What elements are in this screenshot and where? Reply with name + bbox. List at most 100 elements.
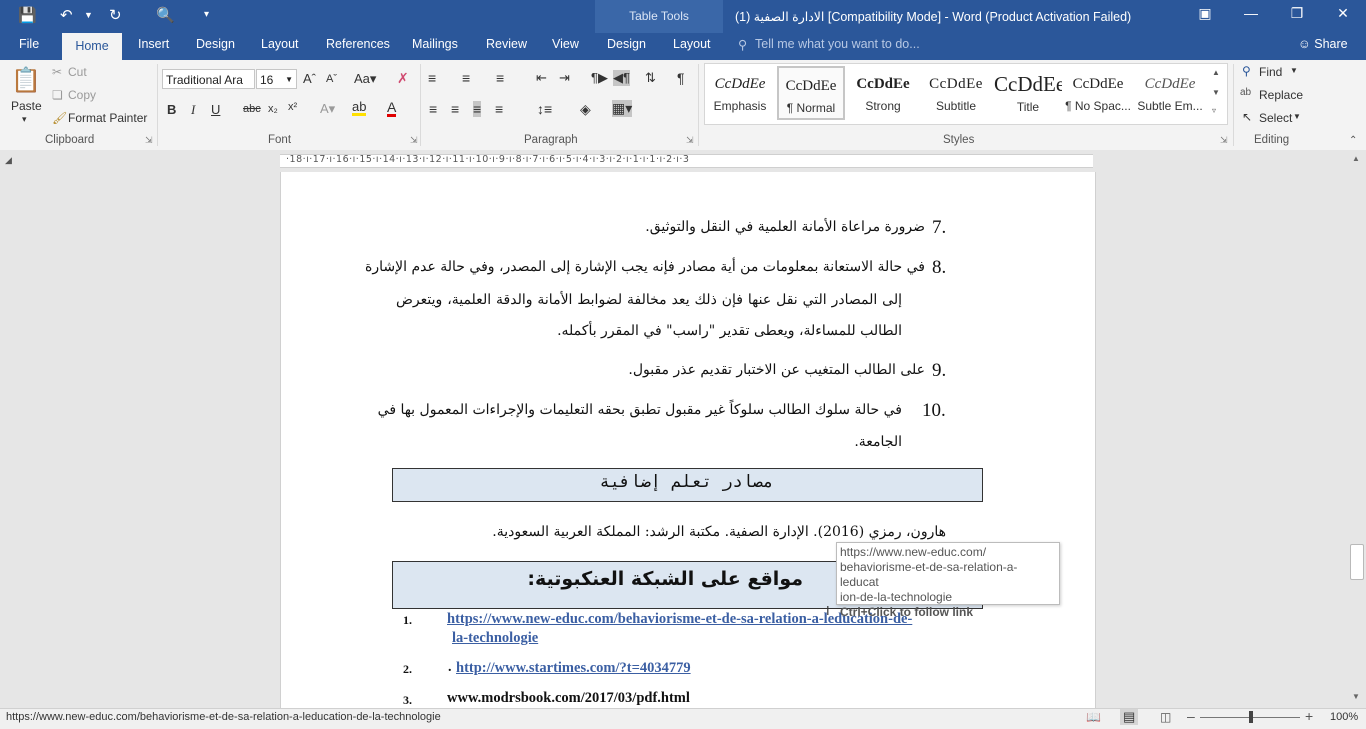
clear-formatting-icon[interactable]: ✗ (397, 70, 409, 87)
tell-me-search[interactable]: Tell me what you want to do... (755, 37, 920, 51)
numbering-icon[interactable]: ≡ (462, 70, 470, 86)
styles-launcher-icon[interactable]: ⇲ (1220, 135, 1228, 146)
web-layout-icon[interactable]: ◫ (1160, 710, 1171, 724)
change-case-icon[interactable]: Aa▾ (354, 71, 376, 87)
tab-selector-icon[interactable]: ◢ (5, 155, 12, 166)
tab-design[interactable]: Design (196, 37, 235, 51)
save-icon[interactable]: 💾 (18, 6, 37, 24)
zoom-slider-thumb[interactable] (1249, 711, 1253, 723)
align-right-icon[interactable]: ≡ (473, 101, 482, 117)
font-family-dropdown[interactable]: Traditional Ara (162, 69, 255, 89)
show-formatting-icon[interactable]: ¶ (677, 70, 685, 86)
rtl-icon[interactable]: ◀¶ (613, 70, 630, 86)
font-launcher-icon[interactable]: ⇲ (410, 135, 418, 146)
tab-insert[interactable]: Insert (138, 37, 169, 51)
collapse-ribbon-icon[interactable]: ⌃ (1349, 135, 1357, 146)
tab-table-layout[interactable]: Layout (673, 37, 711, 51)
undo-icon[interactable]: ↶ (60, 6, 73, 24)
ribbon-display-options-icon[interactable]: ▣ (1190, 5, 1220, 22)
scroll-up-icon[interactable]: ▲ (1352, 154, 1360, 163)
borders-icon[interactable]: ▦▾ (612, 100, 633, 117)
paragraph-launcher-icon[interactable]: ⇲ (686, 135, 694, 146)
list-item-text: الطالب للمساءلة، ويعطى تقدير "راسب" في ا… (557, 323, 902, 339)
find-dropdown-icon[interactable]: ▼ (1290, 66, 1298, 75)
paste-dropdown-icon[interactable]: ▾ (22, 114, 27, 125)
replace-button[interactable]: Replace (1259, 88, 1303, 102)
zoom-out-icon[interactable]: – (1187, 708, 1195, 724)
tab-table-design[interactable]: Design (607, 37, 646, 51)
subscript-icon[interactable]: x₂ (268, 103, 278, 115)
vertical-scrollbar[interactable] (1348, 150, 1366, 708)
shrink-font-icon[interactable]: Aˇ (326, 73, 337, 85)
zoom-in-icon[interactable]: + (1305, 708, 1313, 724)
decrease-indent-icon[interactable]: ⇤ (536, 70, 547, 86)
tab-mailings[interactable]: Mailings (412, 37, 458, 51)
style-no-spacing[interactable]: CcDdEe ¶ No Spac... (1064, 66, 1132, 120)
copy-button[interactable]: Copy (68, 88, 96, 102)
align-center-icon[interactable]: ≡ (451, 101, 459, 117)
zoom-level[interactable]: 100% (1330, 711, 1358, 723)
gallery-down-icon[interactable]: ▼ (1212, 88, 1220, 97)
justify-icon[interactable]: ≡ (495, 101, 503, 117)
tab-layout[interactable]: Layout (261, 37, 299, 51)
ribbon-separator (1233, 64, 1234, 146)
style-normal[interactable]: CcDdEe ¶ Normal (777, 66, 845, 120)
read-mode-icon[interactable]: 📖 (1086, 710, 1101, 724)
shading-icon[interactable]: ◈ (580, 101, 591, 118)
redo-icon[interactable]: ↻ (109, 6, 122, 24)
style-emphasis[interactable]: CcDdEe Emphasis (706, 66, 774, 120)
style-strong[interactable]: CcDdEe Strong (849, 66, 917, 120)
close-icon[interactable]: ✕ (1328, 5, 1358, 22)
underline-icon[interactable]: U (211, 102, 220, 117)
increase-indent-icon[interactable]: ⇥ (559, 70, 570, 86)
tab-view[interactable]: View (552, 37, 579, 51)
scrollbar-thumb[interactable] (1350, 544, 1364, 580)
text-effects-icon[interactable]: A▾ (320, 101, 335, 117)
cut-button[interactable]: Cut (68, 65, 87, 79)
minimize-icon[interactable]: — (1236, 5, 1266, 21)
ltr-icon[interactable]: ¶▶ (591, 70, 608, 86)
superscript-icon[interactable]: x² (288, 101, 297, 113)
clipboard-launcher-icon[interactable]: ⇲ (145, 135, 153, 146)
bullets-icon[interactable]: ≡ (428, 70, 436, 86)
tab-file[interactable]: File (19, 37, 39, 51)
line-spacing-icon[interactable]: ↕≡ (537, 101, 552, 117)
share-button[interactable]: ☺ Share (1298, 37, 1348, 51)
styles-group-label: Styles (943, 134, 975, 146)
find-button[interactable]: Find (1259, 65, 1282, 79)
bold-icon[interactable]: B (167, 102, 176, 117)
tab-home[interactable]: Home (62, 33, 122, 60)
font-color-icon[interactable]: A (387, 100, 397, 117)
hyperlink-new-educ-continued[interactable]: la-technologie (452, 630, 538, 647)
highlight-icon[interactable]: ab (352, 100, 367, 116)
strikethrough-icon[interactable]: abc (243, 103, 261, 115)
tab-review[interactable]: Review (486, 37, 527, 51)
person-icon: ☺ (1298, 37, 1315, 51)
tab-references[interactable]: References (326, 37, 390, 51)
gallery-more-icon[interactable]: ▿ (1212, 106, 1216, 115)
scroll-down-icon[interactable]: ▼ (1352, 692, 1360, 701)
align-left-icon[interactable]: ≡ (429, 101, 437, 117)
print-preview-icon[interactable]: 🔍 (156, 6, 175, 24)
style-subtitle[interactable]: CcDdEe Subtitle (922, 66, 990, 120)
customize-toolbar-icon[interactable]: ▾ (204, 9, 209, 20)
sort-icon[interactable]: ⇅ (645, 70, 656, 86)
ribbon-separator (157, 64, 158, 146)
style-subtle-emphasis[interactable]: CcDdEe Subtle Em... (1136, 66, 1204, 120)
ribbon-separator (420, 64, 421, 146)
italic-icon[interactable]: I (191, 102, 195, 118)
restore-icon[interactable]: ❐ (1282, 5, 1312, 22)
font-size-dropdown[interactable]: 16 ▼ (256, 69, 297, 89)
multilevel-list-icon[interactable]: ≡ (496, 70, 504, 86)
paste-button[interactable]: Paste (11, 99, 42, 113)
style-title[interactable]: CcDdEe Title (994, 66, 1062, 120)
select-button[interactable]: Select (1259, 111, 1292, 125)
select-dropdown-icon[interactable]: ▼ (1293, 112, 1301, 121)
gallery-up-icon[interactable]: ▲ (1212, 68, 1220, 77)
hyperlink-startimes[interactable]: http://www.startimes.com/?t=4034779 (456, 660, 691, 677)
print-layout-icon[interactable]: ▤ (1120, 709, 1139, 725)
grow-font-icon[interactable]: Aˆ (303, 71, 316, 86)
format-painter-button[interactable]: Format Painter (68, 111, 147, 125)
paste-icon[interactable]: 📋 (10, 66, 42, 96)
undo-dropdown-icon[interactable]: ▼ (84, 10, 93, 20)
